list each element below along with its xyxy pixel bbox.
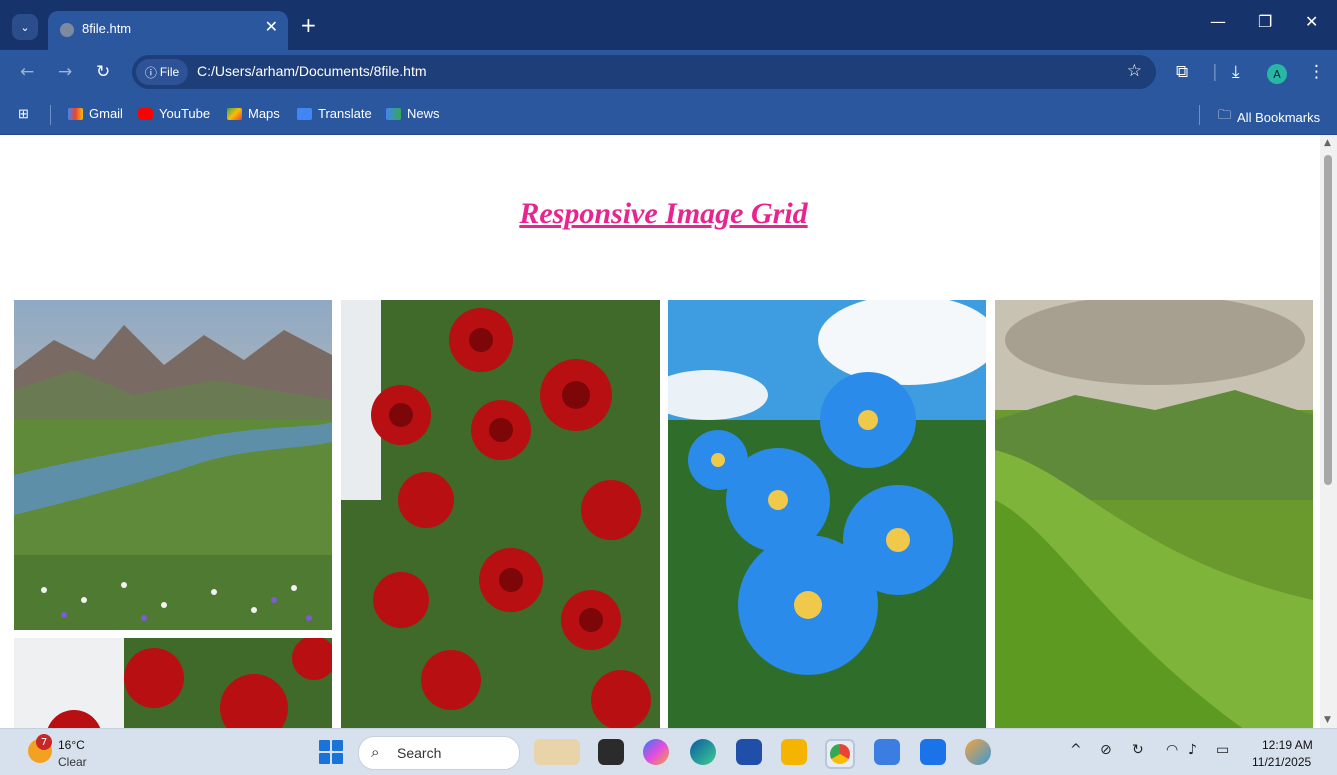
restore-icon[interactable]: ❐ <box>1258 12 1272 31</box>
grid-image-red-roses <box>341 300 660 728</box>
address-bar[interactable]: ⓘ File C:/Users/arham/Documents/8file.ht… <box>132 55 1156 89</box>
minimize-icon[interactable]: — <box>1210 12 1226 31</box>
copilot-icon[interactable] <box>643 739 669 765</box>
edge-icon[interactable] <box>690 739 716 765</box>
bookmark-separator <box>1199 105 1200 125</box>
chip-label: File <box>159 65 180 79</box>
clock-date[interactable]: 11/21/2025 <box>1252 755 1311 769</box>
bookmarks-bar: ⊞ Gmail YouTube Maps Translate News 🗀 Al… <box>0 97 1337 135</box>
tab-search-button[interactable]: ⌄ <box>12 14 38 40</box>
globe-icon <box>60 23 74 37</box>
bookmark-label: Gmail <box>89 106 123 121</box>
folder-icon: 🗀 <box>1218 107 1232 122</box>
bookmark-gmail[interactable]: Gmail <box>68 106 123 121</box>
toolbar: ← → ↻ ⓘ File C:/Users/arham/Documents/8f… <box>0 50 1337 97</box>
tab-strip: ⌄ 8file.htm ✕ + — ❐ ✕ <box>0 0 1337 50</box>
paint-icon[interactable] <box>965 739 991 765</box>
translate-icon <box>297 107 312 120</box>
apps-grid-icon[interactable]: ⊞ <box>18 106 29 122</box>
grid-image-green-hills <box>995 300 1313 728</box>
tab-title: 8file.htm <box>82 21 132 36</box>
info-icon: ⓘ <box>144 65 157 80</box>
gmail-icon <box>68 107 83 120</box>
clock-time[interactable]: 12:19 AM <box>1262 738 1313 752</box>
scroll-down-icon[interactable]: ▼ <box>1324 715 1331 725</box>
docs-icon[interactable] <box>920 739 946 765</box>
close-window-icon[interactable]: ✕ <box>1305 12 1318 31</box>
bookmark-label: YouTube <box>159 106 211 121</box>
menu-kebab-icon[interactable]: ⋮ <box>1308 62 1325 82</box>
extensions-icon[interactable]: ⧉ <box>1176 62 1188 82</box>
grid-image-red-roses-row2 <box>14 638 332 728</box>
bookmark-translate[interactable]: Translate <box>297 106 372 121</box>
bookmark-separator <box>50 105 51 125</box>
taskbar: 7 16°C Clear ⌕ Search ^ ⊘ ↻ ◠ ♪ ▭ 12:19 … <box>0 728 1337 775</box>
show-hidden-icons-icon[interactable]: ^ <box>1070 742 1082 758</box>
bookmark-youtube[interactable]: YouTube <box>138 106 210 121</box>
grid-image-mountain-valley <box>14 300 332 630</box>
search-icon: ⌕ <box>371 743 380 761</box>
bookmark-label: News <box>407 106 440 121</box>
all-bookmarks[interactable]: 🗀 All Bookmarks <box>1218 106 1320 128</box>
forward-icon[interactable]: → <box>58 62 72 82</box>
battery-icon[interactable]: ▭ <box>1216 742 1229 758</box>
weather-temp[interactable]: 16°C <box>58 738 85 752</box>
maps-icon <box>227 107 242 120</box>
chrome-icon[interactable] <box>825 739 855 769</box>
all-bookmarks-label: All Bookmarks <box>1237 109 1321 125</box>
scrollbar-thumb[interactable] <box>1324 155 1332 485</box>
bookmark-maps[interactable]: Maps <box>227 106 280 121</box>
bookmark-star-icon[interactable]: ☆ <box>1127 61 1142 81</box>
grid-image-blue-flowers <box>668 300 986 728</box>
scroll-up-icon[interactable]: ▲ <box>1324 138 1331 148</box>
task-view-icon[interactable] <box>598 739 624 765</box>
search-placeholder: Search <box>397 745 442 761</box>
reload-icon[interactable]: ↻ <box>96 62 110 82</box>
weather-condition[interactable]: Clear <box>58 755 87 769</box>
new-tab-icon[interactable]: + <box>300 13 317 37</box>
store-icon[interactable] <box>736 739 762 765</box>
taskbar-search[interactable]: ⌕ Search <box>358 736 520 770</box>
sync-icon[interactable]: ↻ <box>1132 742 1144 758</box>
close-tab-icon[interactable]: ✕ <box>265 17 278 36</box>
active-tab[interactable]: 8file.htm ✕ <box>48 11 288 50</box>
bookmark-label: Maps <box>248 106 280 121</box>
volume-icon[interactable]: ♪ <box>1188 742 1197 758</box>
file-explorer-icon[interactable] <box>781 739 807 765</box>
back-icon[interactable]: ← <box>20 62 34 82</box>
news-icon <box>386 107 401 120</box>
location-off-icon[interactable]: ⊘ <box>1100 742 1112 758</box>
notepad-icon[interactable] <box>874 739 900 765</box>
windows-start-icon[interactable] <box>319 740 343 764</box>
search-highlight-icon[interactable] <box>534 739 580 765</box>
bookmark-label: Translate <box>318 106 372 121</box>
youtube-icon <box>138 107 153 120</box>
profile-avatar[interactable]: A <box>1267 64 1287 84</box>
page-scrollbar[interactable]: ▲ ▼ <box>1320 135 1337 728</box>
url-text[interactable]: C:/Users/arham/Documents/8file.htm <box>197 63 427 79</box>
toolbar-separator: | <box>1212 62 1218 82</box>
wifi-icon[interactable]: ◠ <box>1166 742 1178 758</box>
weather-badge: 7 <box>36 734 52 750</box>
site-info-chip[interactable]: ⓘ File <box>136 59 188 85</box>
page-content: Responsive Image Grid <box>0 135 1320 728</box>
bookmark-news[interactable]: News <box>386 106 440 121</box>
download-icon[interactable]: ⤓ <box>1232 62 1240 82</box>
page-heading: Responsive Image Grid <box>519 197 808 230</box>
chevron-down-icon: ⌄ <box>20 20 30 34</box>
